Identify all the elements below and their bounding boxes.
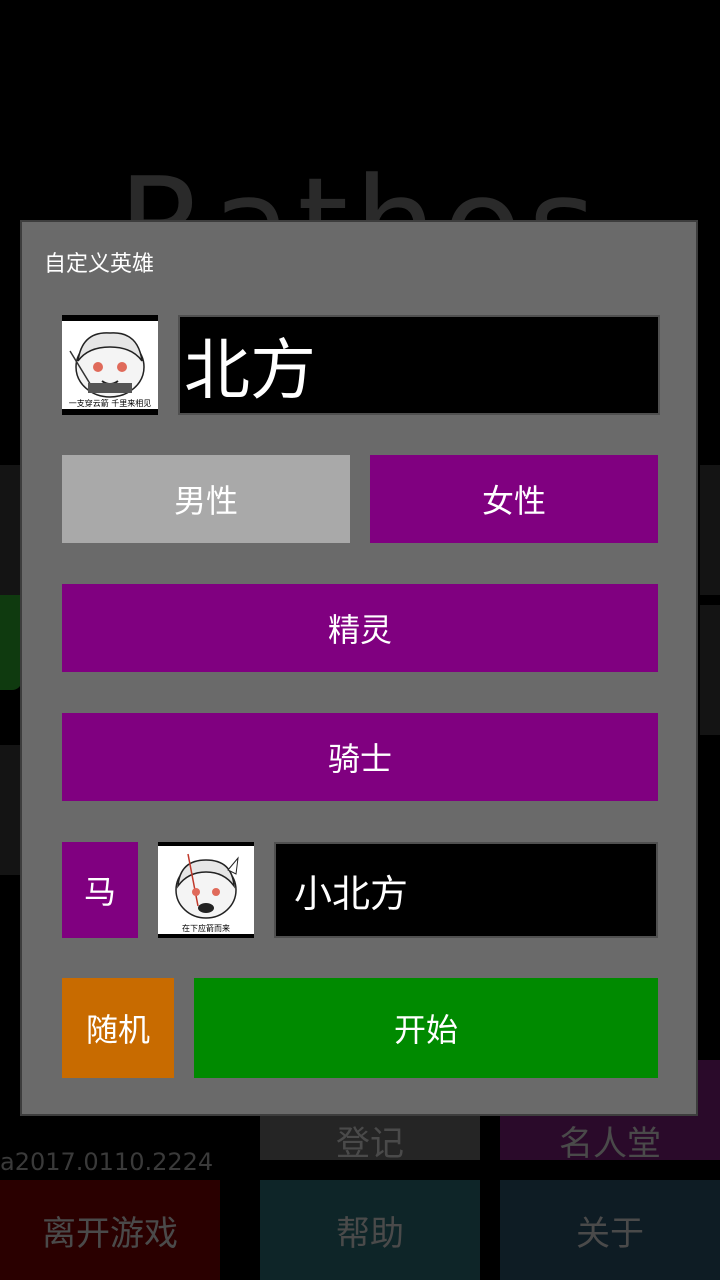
- male-button-label: 男性: [173, 482, 238, 520]
- mount-type-button[interactable]: 马: [62, 842, 138, 938]
- random-button[interactable]: 随机: [62, 978, 174, 1078]
- background-left-strip: [0, 745, 20, 875]
- background-right-strip: [700, 465, 720, 595]
- hero-name-field[interactable]: 北方: [178, 315, 660, 415]
- mount-avatar-caption: 在下应箭而来: [182, 924, 230, 933]
- class-button[interactable]: 骑士: [62, 713, 658, 801]
- hero-avatar-button[interactable]: 一支穿云箭 千里来相见: [62, 315, 158, 415]
- female-button-label: 女性: [481, 482, 546, 520]
- race-button[interactable]: 精灵: [62, 584, 658, 672]
- hero-name-value: 北方: [184, 332, 316, 409]
- male-button[interactable]: 男性: [62, 455, 350, 543]
- female-button[interactable]: 女性: [370, 455, 658, 543]
- class-button-label: 骑士: [327, 740, 392, 778]
- screen: Rathos 登记 名人堂 a2017.0110.2224 离开游戏 帮助 关于…: [0, 0, 720, 1280]
- background-version-text: a2017.0110.2224: [0, 1148, 214, 1176]
- mount-name-field[interactable]: 小北方: [274, 842, 658, 938]
- background-help-tile: 帮助: [260, 1180, 480, 1280]
- start-button[interactable]: 开始: [194, 978, 658, 1078]
- background-about-tile: 关于: [500, 1180, 720, 1280]
- mount-portrait-icon: 在下应箭而来: [158, 846, 254, 934]
- background-left-strip: [0, 465, 20, 595]
- random-button-label: 随机: [85, 1011, 150, 1049]
- custom-hero-dialog: 自定义英雄 一支穿云箭 千里来相见 北方 男性 女性 精灵 骑士 马 在下应箭而…: [20, 220, 698, 1116]
- background-quit-tile: 离开游戏: [0, 1180, 220, 1280]
- background-left-button-edge: [0, 590, 22, 690]
- race-button-label: 精灵: [327, 611, 392, 649]
- mount-avatar-button[interactable]: 在下应箭而来: [158, 842, 254, 938]
- background-right-strip: [700, 605, 720, 735]
- hero-portrait-icon: 一支穿云箭 千里来相见: [62, 321, 158, 409]
- start-button-label: 开始: [393, 1011, 458, 1049]
- mount-type-label: 马: [83, 873, 116, 911]
- hero-avatar-caption: 一支穿云箭 千里来相见: [68, 399, 152, 408]
- dialog-title: 自定义英雄: [44, 252, 155, 277]
- mount-name-value: 小北方: [294, 871, 409, 916]
